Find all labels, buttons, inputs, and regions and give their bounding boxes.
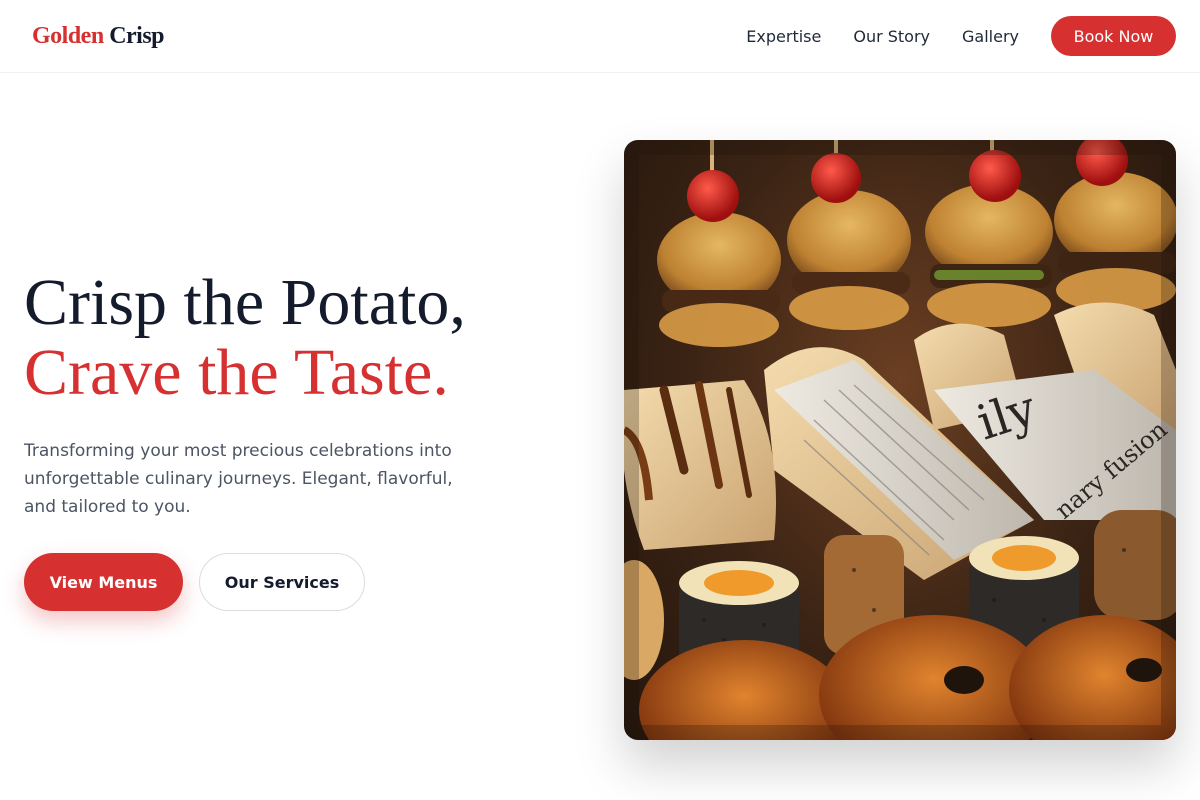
main-nav: Expertise Our Story Gallery Book Now — [746, 16, 1176, 56]
site-header: Golden Crisp Expertise Our Story Gallery… — [0, 0, 1200, 73]
grilled-wraps — [624, 380, 776, 550]
hero-headline: Crisp the Potato, Crave the Taste. — [24, 268, 584, 408]
nav-link-gallery[interactable]: Gallery — [962, 27, 1019, 46]
brand-logo[interactable]: Golden Crisp — [32, 22, 165, 50]
nav-link-expertise[interactable]: Expertise — [746, 27, 821, 46]
food-platter-illustration: ily nary fusion — [624, 140, 1176, 740]
logo-text-golden: Golden — [32, 22, 104, 49]
headline-line-1: Crisp the Potato, — [24, 266, 466, 339]
hero-description: Transforming your most precious celebrat… — [24, 441, 453, 517]
nav-link-our-story[interactable]: Our Story — [853, 27, 930, 46]
view-menus-button[interactable]: View Menus — [24, 553, 183, 611]
our-services-button[interactable]: Our Services — [199, 553, 365, 611]
headline-line-2: Crave the Taste. — [24, 336, 449, 409]
hero-food-image: ily nary fusion — [624, 140, 1176, 740]
book-now-button[interactable]: Book Now — [1051, 16, 1176, 56]
logo-text-crisp: Crisp — [109, 22, 165, 49]
